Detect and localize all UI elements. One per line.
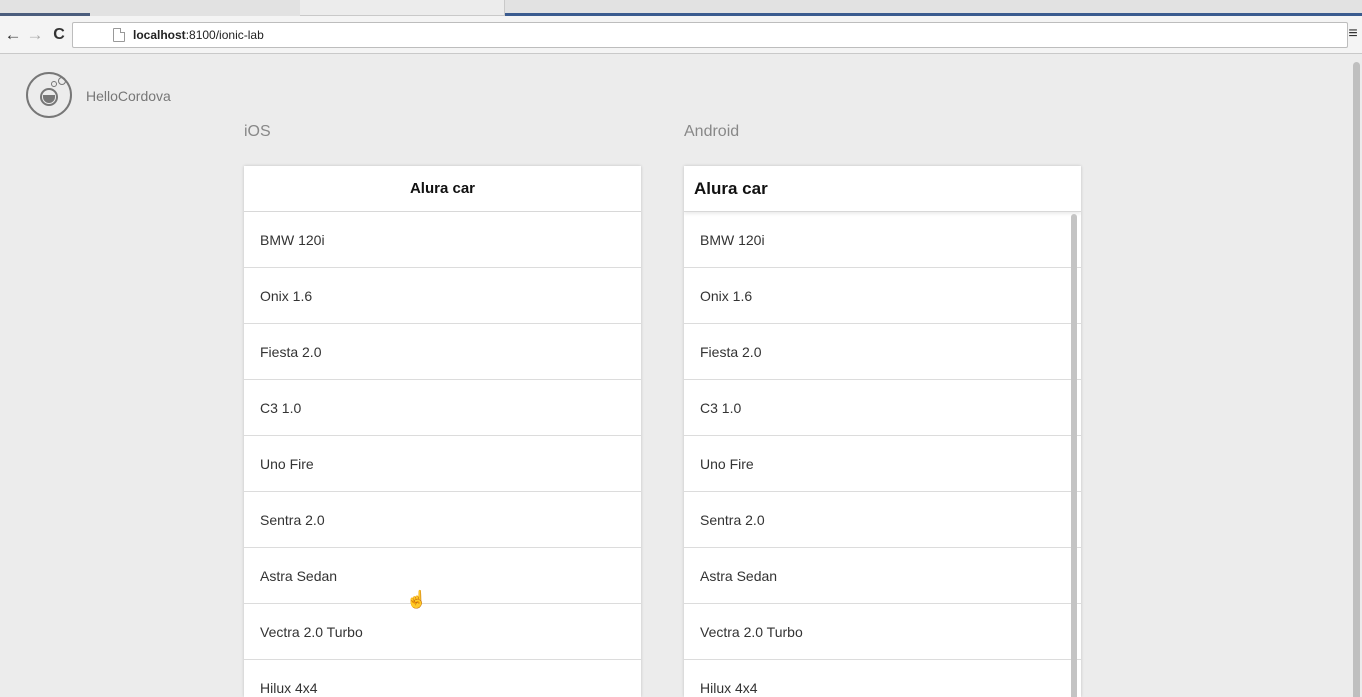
ios-header-title: Alura car — [244, 166, 641, 212]
list-item[interactable]: Uno Fire — [244, 436, 641, 492]
list-item[interactable]: BMW 120i — [244, 212, 641, 268]
list-item[interactable]: Astra Sedan — [684, 548, 1081, 604]
url-path: :8100/ionic-lab — [185, 28, 264, 42]
page-icon — [113, 28, 125, 42]
platform-label-ios: iOS — [244, 123, 271, 140]
logo-bubble-large — [58, 77, 66, 85]
list-item[interactable]: Sentra 2.0 — [244, 492, 641, 548]
url-host: localhost — [133, 28, 186, 42]
list-item[interactable]: Onix 1.6 — [684, 268, 1081, 324]
logo-bubble-small — [51, 81, 57, 87]
android-scrollbar[interactable] — [1071, 214, 1077, 697]
list-item[interactable]: BMW 120i — [684, 212, 1081, 268]
android-device-preview: Alura car BMW 120i Onix 1.6 Fiesta 2.0 C… — [684, 166, 1081, 697]
list-item[interactable]: Hilux 4x4 — [244, 660, 641, 697]
list-item[interactable]: Hilux 4x4 — [684, 660, 1081, 697]
android-header-title: Alura car — [684, 166, 1081, 212]
list-item[interactable]: Vectra 2.0 Turbo — [244, 604, 641, 660]
browser-tab[interactable] — [300, 0, 505, 16]
ionic-lab-page — [0, 55, 1350, 697]
page-scrollbar[interactable] — [1350, 60, 1362, 697]
list-item[interactable]: Sentra 2.0 — [684, 492, 1081, 548]
page-scrollbar-thumb[interactable] — [1353, 62, 1360, 697]
ionic-lab-logo-icon — [26, 72, 72, 118]
back-arrow-icon[interactable]: ← — [2, 19, 24, 51]
forward-arrow-icon[interactable]: → — [24, 19, 46, 51]
app-brand: HelloCordova — [26, 72, 171, 118]
hand-pointer-cursor-icon: ☝ — [406, 590, 428, 609]
ios-device-preview: Alura car BMW 120i Onix 1.6 Fiesta 2.0 C… — [244, 166, 641, 697]
app-name: HelloCordova — [86, 88, 171, 104]
browser-toolbar: ← → C localhost:8100/ionic-lab ≡ — [0, 16, 1362, 54]
list-item[interactable]: Onix 1.6 — [244, 268, 641, 324]
list-item[interactable]: C3 1.0 — [684, 380, 1081, 436]
platform-label-android: Android — [684, 123, 740, 140]
list-item[interactable]: Fiesta 2.0 — [244, 324, 641, 380]
list-item[interactable]: Fiesta 2.0 — [684, 324, 1081, 380]
android-car-list: BMW 120i Onix 1.6 Fiesta 2.0 C3 1.0 Uno … — [684, 212, 1081, 697]
browser-menu-icon[interactable]: ≡ — [1346, 25, 1360, 43]
tab-strip — [0, 0, 1362, 16]
address-bar[interactable]: localhost:8100/ionic-lab — [72, 22, 1348, 48]
list-item[interactable]: Vectra 2.0 Turbo — [684, 604, 1081, 660]
reload-icon[interactable]: C — [48, 19, 70, 51]
address-url[interactable]: localhost:8100/ionic-lab — [133, 28, 264, 42]
list-item[interactable]: Uno Fire — [684, 436, 1081, 492]
list-item[interactable]: Astra Sedan — [244, 548, 641, 604]
ios-car-list: BMW 120i Onix 1.6 Fiesta 2.0 C3 1.0 Uno … — [244, 212, 641, 697]
list-item[interactable]: C3 1.0 — [244, 380, 641, 436]
